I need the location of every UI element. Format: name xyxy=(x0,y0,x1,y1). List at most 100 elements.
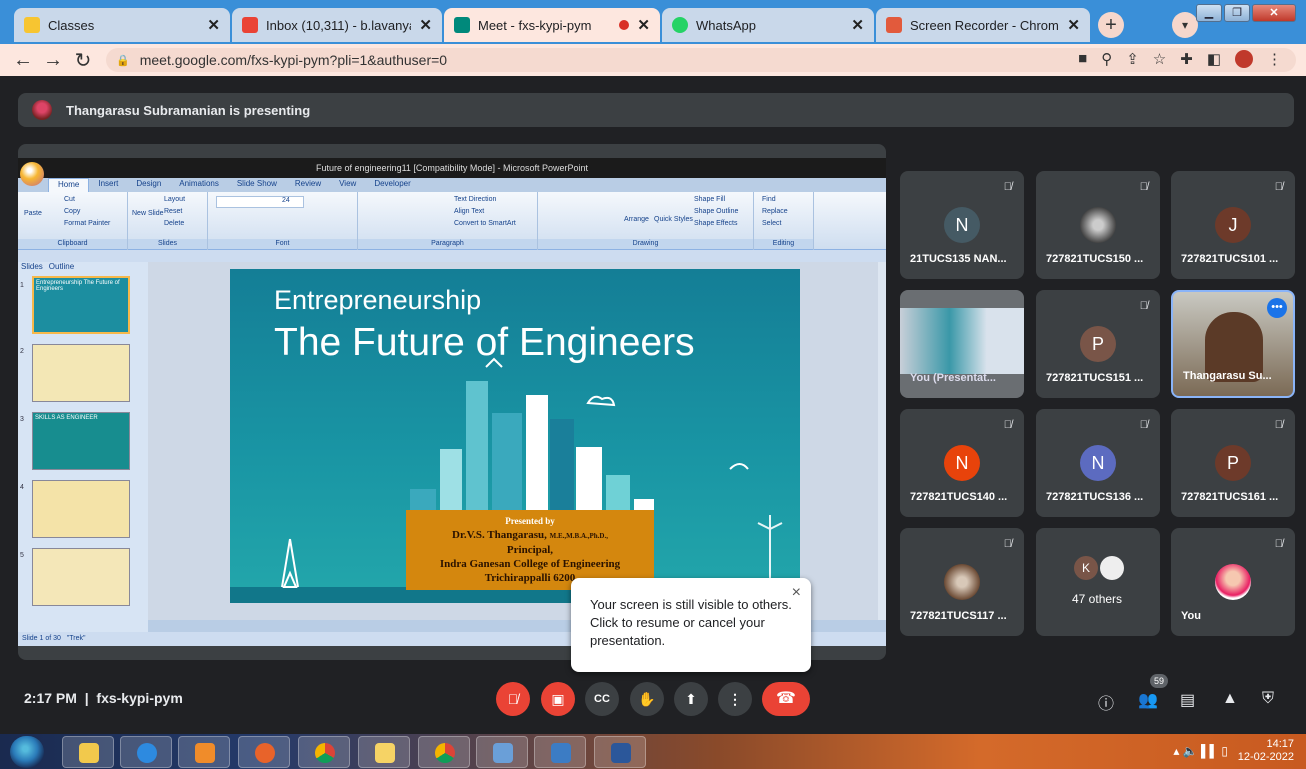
taskbar-chrome[interactable] xyxy=(298,736,350,768)
system-tray-icons[interactable]: ▴ 🔈 ▌▌ ▯ xyxy=(1173,744,1228,758)
tab-screen-recorder[interactable]: Screen Recorder - Chrome We ✕ xyxy=(876,8,1090,42)
participant-tile[interactable]: You (Presentat... xyxy=(900,290,1024,398)
participant-tile[interactable]: 🎙̸ 727821TUCS117 ... xyxy=(900,528,1024,636)
layout-button: Layout xyxy=(164,196,186,203)
others-count: 47 others xyxy=(1072,592,1123,606)
back-icon[interactable]: ← xyxy=(8,49,38,72)
quick-styles-button: Quick Styles xyxy=(654,216,693,223)
menu-icon[interactable]: ⋮ xyxy=(1267,50,1282,68)
people-icon[interactable]: 👥 xyxy=(1138,690,1158,710)
share-icon[interactable]: ⇪ xyxy=(1126,50,1139,68)
mic-off-icon: 🎙̸ xyxy=(1139,300,1148,312)
participant-tile[interactable]: 🎙̸ 727821TUCS150 ... xyxy=(1036,171,1160,279)
more-options-icon[interactable]: ••• xyxy=(1267,298,1287,318)
participant-avatar xyxy=(1080,207,1116,243)
tab-whatsapp[interactable]: WhatsApp ✕ xyxy=(662,8,874,42)
close-tab-icon[interactable]: ✕ xyxy=(637,16,650,34)
slide-thumbnail: SKILLS AS ENGINEER xyxy=(32,412,130,470)
participant-tile-active-speaker[interactable]: ••• Thangarasu Su... xyxy=(1171,290,1295,398)
tab-search-chevron-icon[interactable]: ▾ xyxy=(1172,12,1198,38)
taskbar-explorer[interactable] xyxy=(62,736,114,768)
tab-title: WhatsApp xyxy=(696,17,756,33)
align-text-button: Align Text xyxy=(454,208,485,215)
close-tab-icon[interactable]: ✕ xyxy=(851,16,864,34)
clock-time: 14:17 xyxy=(1266,738,1294,750)
new-tab-button[interactable]: + xyxy=(1098,12,1124,38)
more-options-button[interactable]: ⋮ xyxy=(718,682,752,716)
forward-icon[interactable]: → xyxy=(38,49,68,72)
taskbar-firefox[interactable] xyxy=(238,736,290,768)
system-clock[interactable]: 14:17 12-02-2022 xyxy=(1238,738,1294,764)
taskbar-sticky[interactable] xyxy=(358,736,410,768)
taskbar-ie[interactable] xyxy=(120,736,172,768)
ribbon-tab-developer: Developer xyxy=(374,179,411,188)
tab-classes[interactable]: Classes ✕ xyxy=(14,8,230,42)
minimize-button[interactable]: ▁ xyxy=(1196,4,1222,22)
participant-avatar: N xyxy=(944,207,980,243)
captions-button[interactable]: CC xyxy=(585,682,619,716)
group-label: Slides xyxy=(128,239,207,249)
tab-meet[interactable]: Meet - fxs-kypi-pym ✕ xyxy=(444,8,660,42)
raise-hand-button[interactable]: ✋ xyxy=(630,682,664,716)
camera-off-button[interactable]: ▣ xyxy=(541,682,575,716)
reload-icon[interactable]: ↻ xyxy=(68,48,98,73)
taskbar-picture[interactable] xyxy=(476,736,528,768)
college-name: Indra Ganesan College of Engineering xyxy=(439,558,621,570)
presenter-degrees: M.E.,M.B.A.,Ph.D., xyxy=(549,532,608,540)
meet-icon xyxy=(454,17,470,33)
pane-tab-slides: Slides xyxy=(21,262,43,271)
presented-by-label: Presented by xyxy=(505,516,555,526)
start-button[interactable] xyxy=(10,736,44,768)
host-controls-icon[interactable]: ⛨ xyxy=(1262,690,1274,708)
chat-icon[interactable]: ▤ xyxy=(1180,690,1195,710)
extensions-icon[interactable]: ✚ xyxy=(1180,50,1193,68)
participant-tile[interactable]: 🎙̸ J 727821TUCS101 ... xyxy=(1171,171,1295,279)
cut-button: Cut xyxy=(64,196,75,203)
taskbar-screen[interactable] xyxy=(534,736,586,768)
taskbar-media-player[interactable] xyxy=(178,736,230,768)
close-tab-icon[interactable]: ✕ xyxy=(1067,16,1080,34)
present-screen-button[interactable]: ⬆ xyxy=(674,682,708,716)
group-label: Paragraph xyxy=(358,239,537,249)
activities-icon[interactable]: ▲ xyxy=(1222,690,1238,708)
participant-tile[interactable]: 🎙̸ N 727821TUCS136 ... xyxy=(1036,409,1160,517)
participant-tile-others[interactable]: K 47 others xyxy=(1036,528,1160,636)
ribbon-group-font: 24 Font xyxy=(208,192,358,250)
taskbar-chrome-2[interactable] xyxy=(418,736,470,768)
end-call-button[interactable]: ☎ xyxy=(762,682,810,716)
participant-tile[interactable]: 🎙̸ P 727821TUCS151 ... xyxy=(1036,290,1160,398)
bookmark-star-icon[interactable]: ☆ xyxy=(1153,50,1166,68)
participant-tile[interactable]: 🎙̸ N 21TUCS135 NAN... xyxy=(900,171,1024,279)
slide-title-line2: The Future of Engineers xyxy=(274,321,695,364)
close-tab-icon[interactable]: ✕ xyxy=(419,16,432,34)
participant-name: 727821TUCS136 ... xyxy=(1046,491,1144,503)
camera-icon[interactable]: ■ xyxy=(1078,50,1087,68)
tab-gmail[interactable]: Inbox (10,311) - b.lavanya@sk ✕ xyxy=(232,8,442,42)
mic-off-button[interactable]: 🎙̸ xyxy=(496,682,530,716)
profile-avatar[interactable] xyxy=(1235,50,1253,68)
participant-tile[interactable]: 🎙̸ N 727821TUCS140 ... xyxy=(900,409,1024,517)
mic-off-icon: 🎙̸ xyxy=(1274,419,1283,431)
tab-title: Screen Recorder - Chrome We xyxy=(910,17,1059,33)
info-icon[interactable]: ⓘ xyxy=(1098,690,1114,714)
close-icon[interactable]: × xyxy=(792,584,801,602)
tab-title: Inbox (10,311) - b.lavanya@sk xyxy=(266,17,411,33)
maximize-button[interactable]: ❐ xyxy=(1224,4,1250,22)
participant-tile-self[interactable]: 🎙̸ You xyxy=(1171,528,1295,636)
thumbnail-number: 4 xyxy=(20,484,24,491)
screen-capture-icon xyxy=(551,743,571,763)
close-tab-icon[interactable]: ✕ xyxy=(207,16,220,34)
group-label: Font xyxy=(208,239,357,249)
reset-button: Reset xyxy=(164,208,183,215)
presenting-banner: Thangarasu Subramanian is presenting xyxy=(18,93,1294,127)
address-bar[interactable]: 🔒 meet.google.com/fxs-kypi-pym?pli=1&aut… xyxy=(106,48,1296,72)
vertical-scrollbar[interactable] xyxy=(878,262,886,620)
ribbon-tab-design: Design xyxy=(136,179,162,188)
participant-tile[interactable]: 🎙̸ P 727821TUCS161 ... xyxy=(1171,409,1295,517)
sidepanel-icon[interactable]: ◧ xyxy=(1207,50,1221,68)
close-window-button[interactable]: ✕ xyxy=(1252,4,1296,22)
zoom-icon[interactable]: ⚲ xyxy=(1101,50,1112,68)
browser-tab-bar: Classes ✕ Inbox (10,311) - b.lavanya@sk … xyxy=(0,0,1306,44)
taskbar-word[interactable] xyxy=(594,736,646,768)
presenter-avatar xyxy=(32,100,52,120)
